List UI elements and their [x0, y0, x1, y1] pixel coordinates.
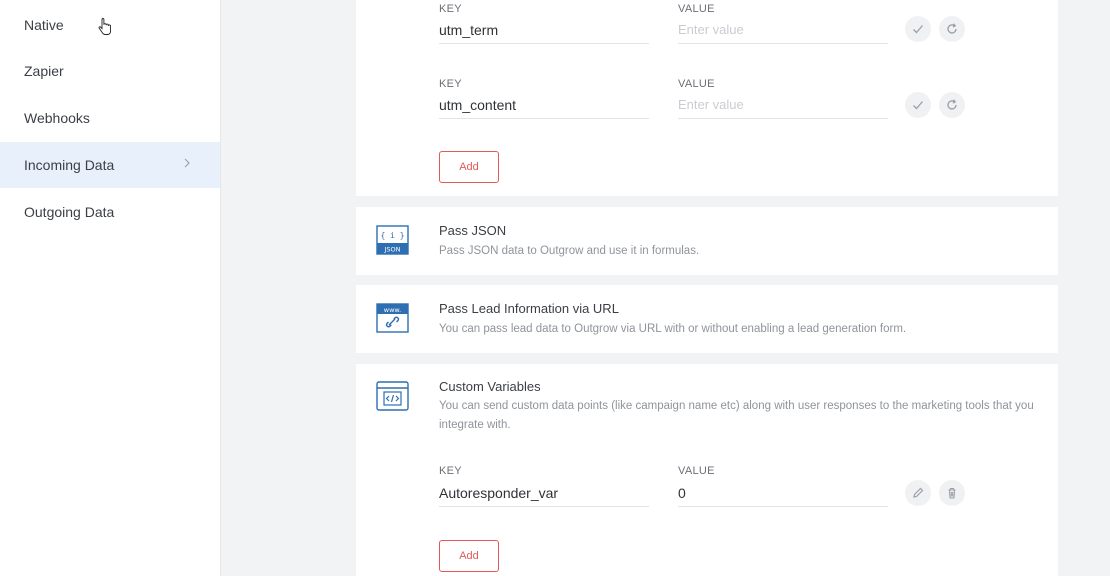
custom-variables-description: You can send custom data points (like ca…	[439, 400, 1034, 431]
sidebar-item-incoming-data[interactable]: Incoming Data	[0, 142, 220, 188]
json-icon-label: JSON	[383, 246, 400, 254]
sidebar-item-label: Outgoing Data	[24, 204, 115, 220]
url-link-icon: www.	[376, 303, 409, 333]
value-field[interactable]: 0	[678, 483, 888, 507]
code-icon	[376, 381, 409, 411]
key-field[interactable]: Autoresponder_var	[439, 483, 649, 507]
sidebar-item-zapier[interactable]: Zapier	[0, 48, 220, 94]
confirm-button[interactable]	[905, 16, 931, 42]
value-header: VALUE	[678, 3, 715, 15]
key-header: KEY	[439, 465, 462, 477]
pass-json-panel[interactable]: { i } JSON Pass JSON Pass JSON data to O…	[356, 207, 1058, 275]
sidebar: Native Zapier Webhooks Incoming Data Out…	[0, 0, 221, 576]
add-button[interactable]: Add	[439, 540, 499, 572]
pass-lead-panel[interactable]: www. Pass Lead Information via URL You c…	[356, 285, 1058, 353]
hand-cursor-icon	[98, 18, 111, 35]
key-field[interactable]: utm_content	[439, 95, 649, 119]
key-header: KEY	[439, 3, 462, 15]
www-label: www.	[384, 306, 401, 314]
refresh-icon	[947, 23, 957, 34]
key-field[interactable]: utm_term	[439, 20, 649, 44]
reset-button[interactable]	[939, 92, 965, 118]
sidebar-item-outgoing-data[interactable]: Outgoing Data	[0, 189, 220, 235]
pass-json-title: Pass JSON	[439, 223, 507, 238]
sidebar-item-label: Webhooks	[24, 110, 90, 126]
refresh-icon	[947, 99, 957, 110]
utm-params-panel: KEY VALUE utm_term Enter value KEY VALUE…	[356, 0, 1058, 196]
sidebar-item-webhooks[interactable]: Webhooks	[0, 95, 220, 141]
custom-variables-panel: Custom Variables You can send custom dat…	[356, 364, 1058, 576]
trash-icon	[948, 487, 956, 499]
check-icon	[913, 25, 923, 34]
chevron-right-icon	[184, 158, 190, 168]
delete-button[interactable]	[939, 480, 965, 506]
custom-variables-title: Custom Variables	[439, 379, 541, 394]
pencil-icon	[913, 487, 924, 498]
value-header: VALUE	[678, 78, 715, 90]
pass-lead-description: You can pass lead data to Outgrow via UR…	[439, 323, 907, 335]
sidebar-item-label: Native	[24, 17, 64, 33]
pass-lead-title: Pass Lead Information via URL	[439, 301, 619, 316]
pass-json-description: Pass JSON data to Outgrow and use it in …	[439, 245, 700, 257]
confirm-button[interactable]	[905, 92, 931, 118]
value-header: VALUE	[678, 465, 715, 477]
check-icon	[913, 101, 923, 110]
sidebar-item-label: Zapier	[24, 63, 64, 79]
edit-button[interactable]	[905, 480, 931, 506]
json-icon: { i } JSON	[376, 225, 409, 255]
sidebar-item-label: Incoming Data	[24, 157, 115, 173]
reset-button[interactable]	[939, 16, 965, 42]
svg-text:{ i }: { i }	[380, 231, 404, 240]
value-input[interactable]: Enter value	[678, 95, 888, 119]
add-button[interactable]: Add	[439, 151, 499, 183]
key-header: KEY	[439, 78, 462, 90]
value-input[interactable]: Enter value	[678, 20, 888, 44]
